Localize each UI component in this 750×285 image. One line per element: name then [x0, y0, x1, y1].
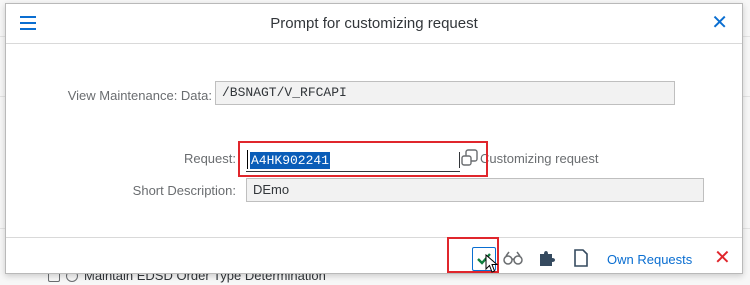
footer-divider — [6, 237, 742, 238]
request-highlight-box — [238, 141, 488, 177]
own-requests-button[interactable]: Own Requests — [607, 252, 692, 267]
short-description-field[interactable]: DEmo — [246, 178, 704, 202]
hamburger-icon[interactable] — [20, 16, 36, 30]
customizing-request-dialog: Prompt for customizing request ✕ View Ma… — [5, 3, 743, 274]
create-request-button[interactable] — [536, 247, 558, 269]
glasses-icon — [503, 251, 523, 265]
display-button[interactable] — [502, 247, 524, 269]
dialog-titlebar: Prompt for customizing request ✕ — [6, 4, 742, 44]
puzzle-icon — [540, 251, 555, 266]
document-icon — [574, 249, 588, 267]
view-maintenance-label: View Maintenance: Data: — [67, 88, 212, 103]
new-document-button[interactable] — [570, 247, 592, 269]
close-icon[interactable]: ✕ — [711, 13, 728, 33]
request-type-label: Customizing request — [480, 151, 599, 166]
cancel-icon[interactable]: ✕ — [714, 246, 731, 270]
dialog-title: Prompt for customizing request — [270, 15, 478, 32]
short-description-label: Short Description: — [132, 183, 236, 198]
view-maintenance-field: /BSNAGT/V_RFCAPI — [215, 81, 675, 105]
mouse-pointer-icon — [485, 254, 499, 273]
request-label: Request: — [183, 151, 236, 166]
